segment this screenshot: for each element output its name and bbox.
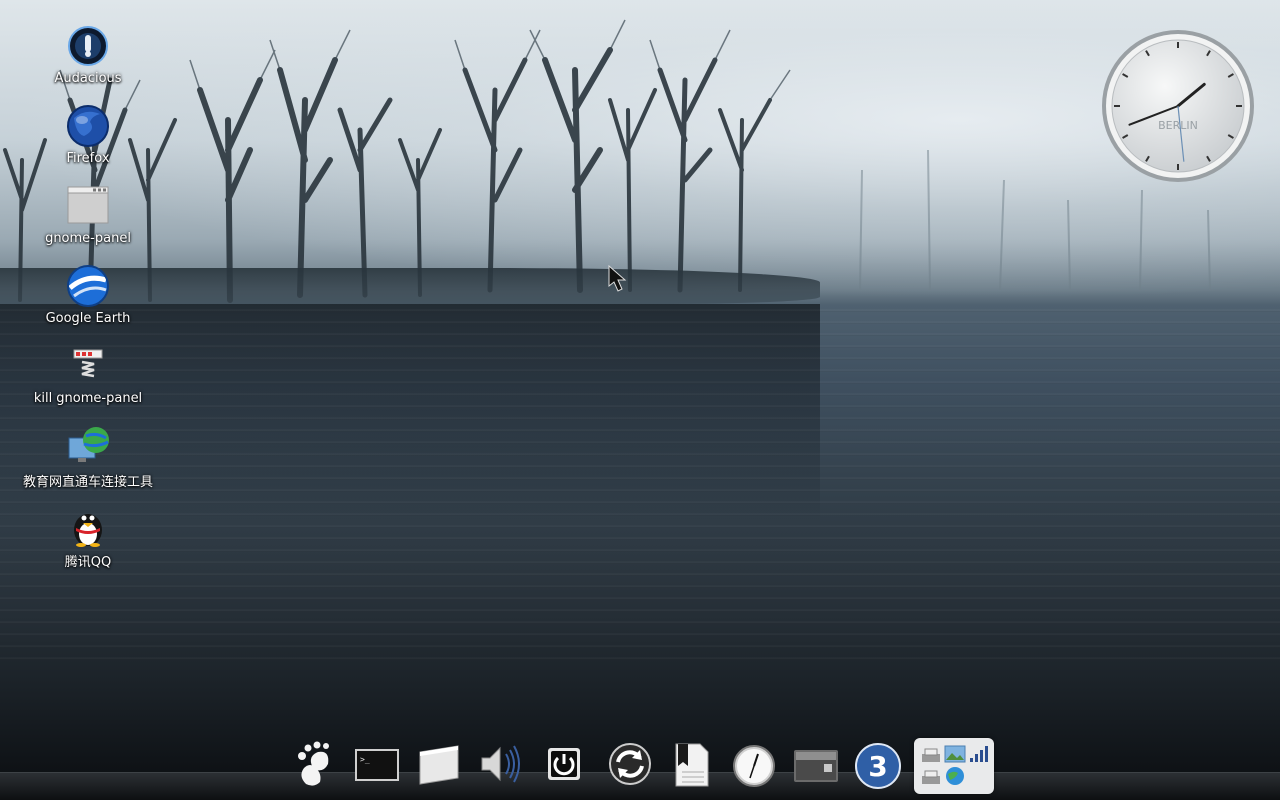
trash-device-icon [794,750,838,782]
desktop-icon-label: 教育网直通车连接工具 [22,475,153,490]
globe-icon[interactable] [944,766,966,786]
firefox-icon [67,105,109,147]
dock-item-terminal[interactable]: >_ [352,738,404,794]
speaker-icon [481,745,520,783]
dock-item-documents[interactable] [666,738,718,794]
mouse-cursor-icon [608,264,627,292]
dock-item-file-manager[interactable] [414,738,466,794]
system-tray [914,738,994,794]
window-icon [67,186,109,224]
trees-background [3,19,1211,303]
audacious-icon [68,26,108,66]
desktop-icon-label: Audacious [54,71,122,86]
kill-icon [73,349,103,378]
dock-item-refresh[interactable] [604,738,656,794]
clock-city: BERLIN [1158,119,1198,132]
printer-icon[interactable] [920,768,942,788]
desktop-icon-audacious[interactable]: Audacious [0,24,176,86]
refresh-icon [609,743,651,785]
desktop-icon-label: kill gnome-panel [33,391,143,406]
signal-icon[interactable] [968,744,990,764]
bookmark-document-icon [675,743,709,787]
workspace-number: 3 [868,750,887,783]
gnome-foot-icon [298,741,329,786]
dock-item-gnome-menu[interactable] [290,738,342,794]
desktop-icon-qq[interactable]: 腾讯QQ [0,504,176,570]
desktop-icon-firefox[interactable]: Firefox [0,104,176,166]
dock-item-shutdown[interactable] [538,738,590,794]
clock-face: BERLIN [1102,30,1254,182]
terminal-icon: >_ [355,749,399,781]
desktop-icon-cernet-tool[interactable]: 教育网直通车连接工具 [0,424,176,490]
penguin-icon [74,514,102,547]
image-icon[interactable] [944,744,966,764]
desktop-icon-label: Google Earth [45,311,131,326]
water-ripples [0,300,1280,660]
google-earth-icon [67,265,109,307]
dock-item-volume[interactable] [476,738,528,794]
dock: >_ 3 [290,738,1000,798]
clock-widget[interactable]: BERLIN [1100,28,1256,184]
desktop: Audacious Firefox gnome-panel Google Ear… [0,0,1280,800]
dock-item-workspace[interactable]: 3 [852,738,904,794]
desktop-icon-gnome-panel[interactable]: gnome-panel [0,184,176,246]
desktop-icon-label: Firefox [66,151,110,166]
power-icon [548,748,580,780]
desktop-icon-label: 腾讯QQ [64,555,112,570]
desktop-icon-label: gnome-panel [45,231,131,246]
clock-icon [733,745,775,787]
dock-item-clock-app[interactable] [728,738,780,794]
desktop-icon-kill-gnome-panel[interactable]: kill gnome-panel [0,344,176,406]
network-globe-icon [68,427,109,462]
desktop-icon-google-earth[interactable]: Google Earth [0,264,176,326]
folder-icon [419,745,459,785]
printer-icon[interactable] [920,746,942,766]
workspace-badge-icon: 3 [855,743,901,789]
svg-text:>_: >_ [360,755,370,764]
dock-item-trash[interactable] [790,738,842,794]
